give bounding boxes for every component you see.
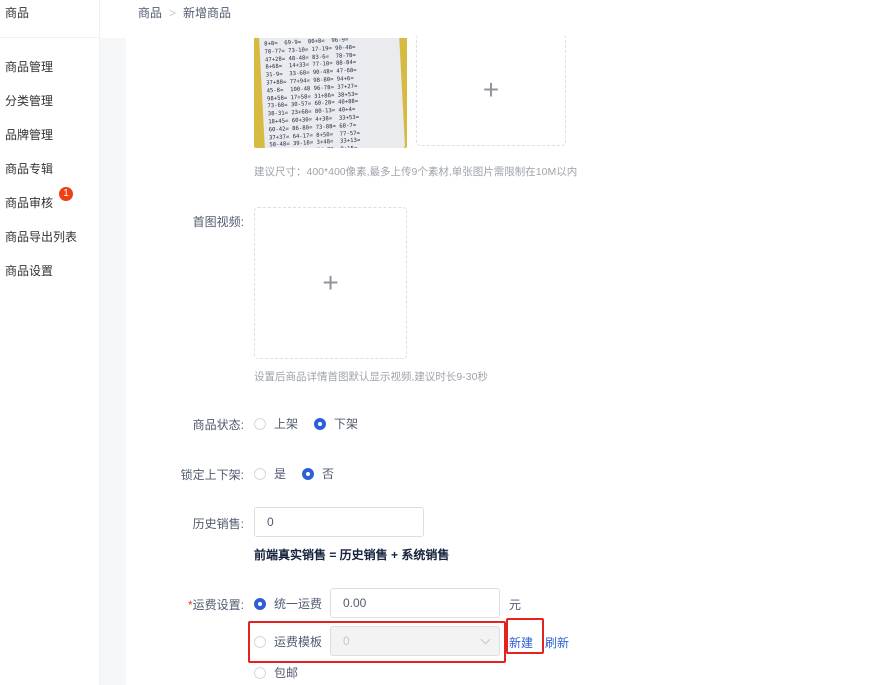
- video-hint: 设置后商品详情首图默认显示视频,建议时长9-30秒: [254, 371, 488, 383]
- product-form: 8+8= 69-9= 80+8= 96-9= 78-77= 73-10= 17-…: [126, 34, 889, 685]
- sales-formula-note: 前端真实销售 = 历史销售 + 系统销售: [254, 548, 450, 562]
- highlight-box-template: [248, 621, 506, 663]
- breadcrumb-root[interactable]: 商品: [138, 6, 162, 20]
- sidebar-title: 商品: [0, 0, 100, 38]
- uploaded-image-thumbnail[interactable]: 8+8= 69-9= 80+8= 96-9= 78-77= 73-10= 17-…: [254, 38, 407, 148]
- radio-checked-icon[interactable]: [302, 468, 315, 480]
- shipping-label: *运费设置:: [187, 598, 244, 612]
- radio-icon[interactable]: [254, 468, 266, 480]
- image-upload-button[interactable]: +: [416, 34, 566, 146]
- lock-radio-group: 是否: [254, 465, 350, 483]
- sidebar-item-brand-management[interactable]: 品牌管理: [5, 126, 53, 144]
- refresh-template-link[interactable]: 刷新: [545, 634, 569, 651]
- breadcrumb-current: 新增商品: [183, 6, 232, 20]
- history-sales-input[interactable]: 0: [254, 507, 424, 537]
- lock-option-no[interactable]: 否: [302, 465, 334, 483]
- breadcrumb: 商品 > 新增商品: [138, 4, 231, 22]
- shipping-uniform-option[interactable]: 统一运费: [254, 595, 322, 613]
- sidebar-item-product-settings[interactable]: 商品设置: [5, 262, 53, 280]
- radio-icon[interactable]: [254, 667, 266, 679]
- currency-unit: 元: [509, 598, 522, 612]
- sidebar-item-product-management[interactable]: 商品管理: [5, 58, 53, 76]
- status-radio-group: 上架 下架: [254, 415, 374, 433]
- history-sales-label: 历史销售:: [192, 517, 244, 531]
- plus-icon: +: [482, 73, 500, 105]
- lock-label: 锁定上下架:: [180, 468, 244, 482]
- shipping-free-option[interactable]: 包邮: [254, 664, 298, 682]
- video-upload-button[interactable]: +: [254, 207, 407, 359]
- image-size-hint: 建议尺寸：400*400像素,最多上传9个素材,单张图片需限制在10M以内: [254, 166, 578, 178]
- sidebar-item-product-review[interactable]: 商品审核: [5, 194, 53, 212]
- sidebar: 商品 商品管理 分类管理 品牌管理 商品专辑 商品审核 1 商品导出列表 商品设…: [0, 0, 100, 685]
- status-label: 商品状态:: [192, 418, 244, 432]
- sidebar-item-export-list[interactable]: 商品导出列表: [5, 228, 77, 246]
- sidebar-item-product-album[interactable]: 商品专辑: [5, 160, 53, 178]
- review-count-badge: 1: [59, 187, 73, 201]
- radio-checked-icon[interactable]: [254, 598, 266, 610]
- sidebar-item-category-management[interactable]: 分类管理: [5, 92, 53, 110]
- radio-checked-icon[interactable]: [314, 418, 327, 430]
- radio-icon[interactable]: [254, 418, 266, 430]
- highlight-box-new: [506, 618, 544, 654]
- lock-option-yes[interactable]: 是: [254, 465, 286, 483]
- content-gutter: [100, 38, 126, 685]
- uniform-shipping-input[interactable]: 0.00: [330, 588, 500, 618]
- status-option-off-shelf[interactable]: 下架: [314, 415, 358, 433]
- thumbnail-photo-content: 8+8= 69-9= 80+8= 96-9= 78-77= 73-10= 17-…: [264, 38, 361, 148]
- video-label: 首图视频:: [192, 215, 244, 229]
- breadcrumb-separator-icon: >: [169, 6, 177, 20]
- status-option-on-shelf[interactable]: 上架: [254, 415, 298, 433]
- plus-icon: +: [322, 267, 339, 298]
